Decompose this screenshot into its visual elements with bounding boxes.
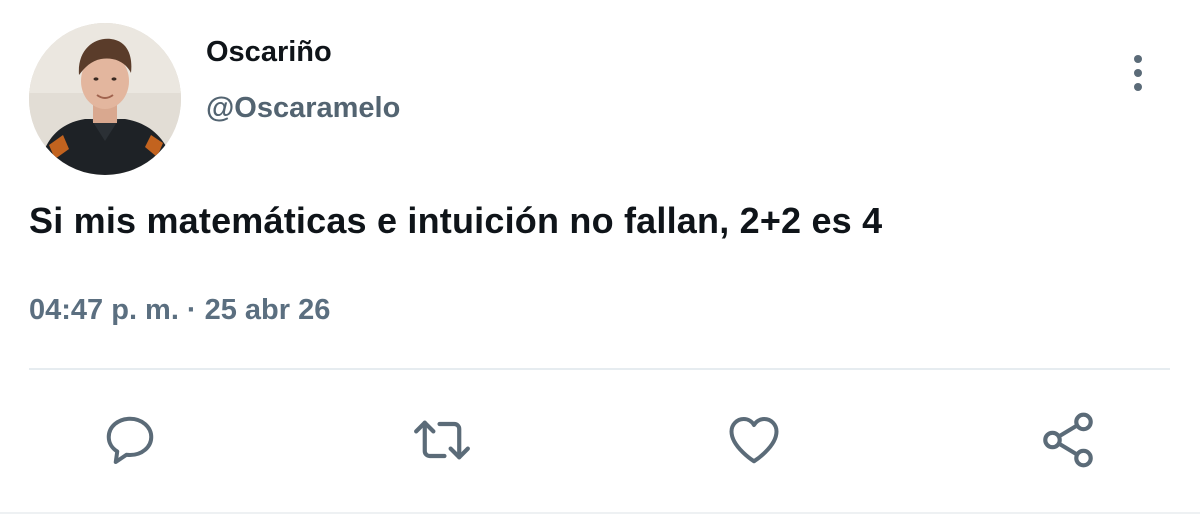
display-name[interactable]: Oscariño: [206, 36, 332, 69]
avatar-photo: [29, 23, 181, 175]
tweet-card: Oscariño @Oscaramelo Si mis matemáticas …: [0, 0, 1200, 528]
tweet-time: 04:47 p. m.: [29, 294, 179, 326]
reply-icon: [106, 416, 154, 464]
meta-separator: ·: [186, 294, 197, 326]
more-options-button[interactable]: [1116, 50, 1160, 96]
tweet-text: Si mis matemáticas e intuición no fallan…: [29, 200, 883, 241]
retweet-button[interactable]: [410, 408, 474, 472]
like-button[interactable]: [722, 408, 786, 472]
more-dot-icon: [1134, 55, 1142, 63]
tweet-timestamp[interactable]: 04:47 p. m. · 25 abr 26: [29, 294, 330, 327]
user-handle[interactable]: @Oscaramelo: [206, 92, 400, 125]
avatar[interactable]: [29, 23, 181, 175]
bottom-divider: [0, 512, 1200, 514]
reply-button[interactable]: [98, 408, 162, 472]
heart-icon: [729, 417, 779, 464]
retweet-icon: [414, 420, 470, 460]
share-button[interactable]: [1036, 408, 1100, 472]
share-icon: [1043, 412, 1093, 468]
tweet-date: 25 abr 26: [204, 294, 331, 326]
divider: [29, 368, 1170, 370]
more-dot-icon: [1134, 83, 1142, 91]
more-dot-icon: [1134, 69, 1142, 77]
